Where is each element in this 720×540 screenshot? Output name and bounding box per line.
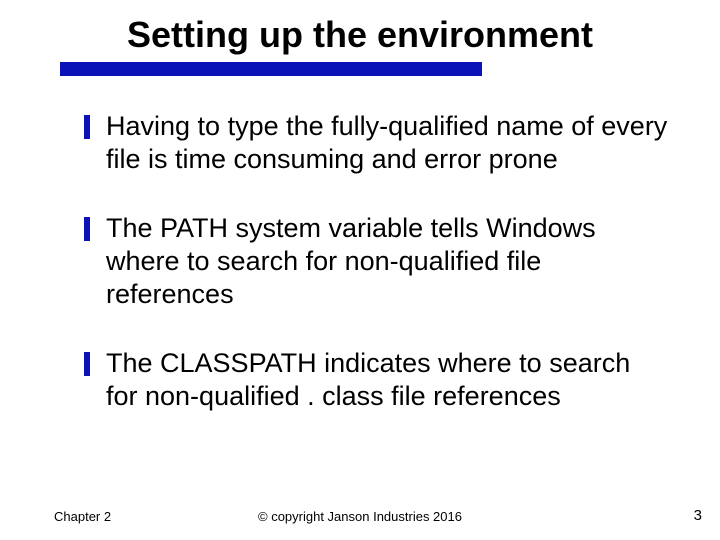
slide: Setting up the environment Having to typ… bbox=[0, 0, 720, 540]
slide-footer: Chapter 2 © copyright Janson Industries … bbox=[0, 504, 720, 524]
list-item: The CLASSPATH indicates where to search … bbox=[84, 347, 668, 413]
bullet-icon bbox=[84, 217, 90, 241]
slide-body: Having to type the fully-qualified name … bbox=[84, 110, 668, 449]
footer-page-number: 3 bbox=[694, 507, 702, 524]
bullet-icon bbox=[84, 352, 90, 376]
bullet-icon bbox=[84, 115, 90, 139]
list-item: The PATH system variable tells Windows w… bbox=[84, 212, 668, 311]
bullet-text: The PATH system variable tells Windows w… bbox=[106, 212, 668, 311]
slide-title: Setting up the environment bbox=[0, 14, 720, 56]
title-underline-bar bbox=[60, 62, 482, 76]
bullet-text: The CLASSPATH indicates where to search … bbox=[106, 347, 668, 413]
list-item: Having to type the fully-qualified name … bbox=[84, 110, 668, 176]
footer-center: © copyright Janson Industries 2016 bbox=[0, 509, 720, 524]
bullet-text: Having to type the fully-qualified name … bbox=[106, 110, 668, 176]
